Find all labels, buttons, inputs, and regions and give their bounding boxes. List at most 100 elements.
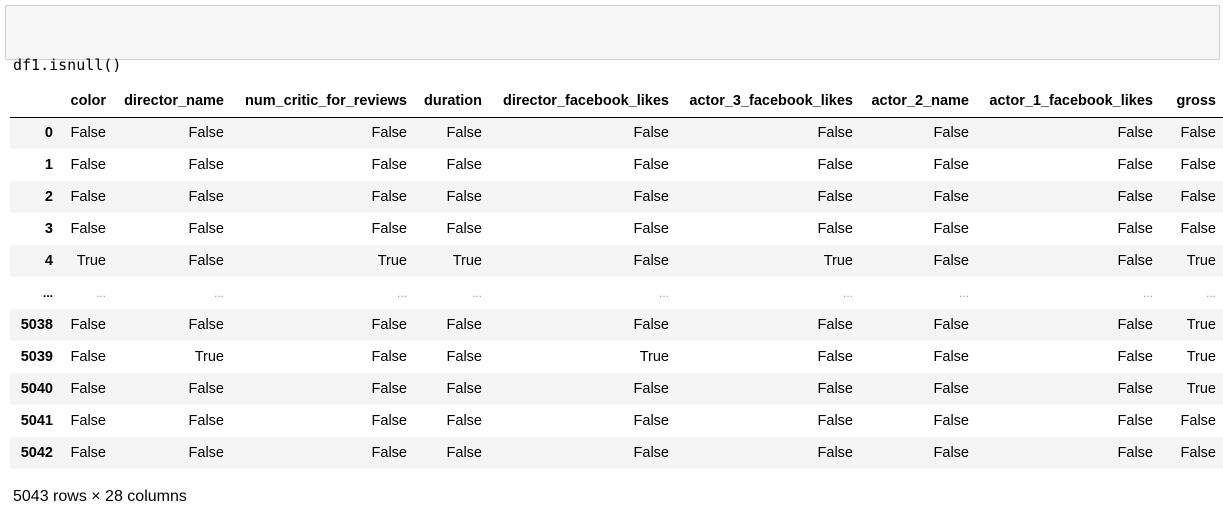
column-header: actor_2_name — [860, 85, 976, 118]
table-cell: False — [1180, 445, 1216, 461]
table-cell: False — [933, 381, 969, 397]
column-header: actor_3_facebook_likes — [676, 85, 860, 118]
table-cell: False — [817, 157, 853, 173]
column-header: actor_1_facebook_likes — [976, 85, 1160, 118]
table-cell: ... — [842, 286, 853, 300]
dataframe-table: color director_name num_critic_for_reviews… — [10, 85, 1223, 469]
table-cell: False — [817, 189, 853, 205]
table-cell: False — [188, 157, 224, 173]
table-cell: False — [933, 445, 969, 461]
table-cell: False — [188, 253, 224, 269]
table-row: 5038 False False False False False False False F… — [10, 309, 1223, 341]
table-cell: False — [446, 157, 482, 173]
table-cell: False — [371, 189, 407, 205]
table-cell: True — [823, 253, 853, 269]
table-cell: True — [1186, 253, 1216, 269]
table-cell: False — [70, 317, 106, 333]
table-cell: False — [633, 413, 669, 429]
table-cell: False — [446, 349, 482, 365]
table-cell: ... — [396, 286, 407, 300]
column-header: gross — [1160, 85, 1223, 118]
table-row: .............................. — [10, 277, 1223, 309]
table-row: 5039 False True False False True False False Fal… — [10, 341, 1223, 373]
table-cell: ... — [95, 286, 106, 300]
table-cell: True — [1186, 381, 1216, 397]
table-cell: False — [933, 253, 969, 269]
header-row: color director_name num_critic_for_reviews… — [10, 85, 1223, 118]
table-cell: False — [933, 189, 969, 205]
table-cell: False — [1180, 189, 1216, 205]
table-row: 5041 False False False False False False False F… — [10, 405, 1223, 437]
table-cell: False — [1180, 157, 1216, 173]
row-index: 1 — [44, 157, 53, 173]
table-cell: False — [817, 445, 853, 461]
table-cell: False — [1117, 125, 1153, 142]
table-cell: False — [1117, 221, 1153, 237]
table-cell: True — [639, 349, 669, 365]
table-cell: False — [188, 189, 224, 205]
table-cell: False — [188, 445, 224, 461]
table-cell: False — [1180, 125, 1216, 142]
row-index: 5038 — [20, 317, 53, 333]
table-cell: False — [446, 381, 482, 397]
column-header: color — [60, 85, 113, 118]
table-cell: False — [933, 221, 969, 237]
table-cell: False — [1117, 189, 1153, 205]
table-cell: False — [371, 413, 407, 429]
table-cell: False — [1117, 317, 1153, 333]
column-header: num_critic_for_reviews — [231, 85, 414, 118]
table-cell: False — [817, 381, 853, 397]
table-cell: False — [1117, 413, 1153, 429]
table-cell: False — [70, 381, 106, 397]
table-cell: ... — [1142, 286, 1153, 300]
index-header — [10, 85, 60, 118]
table-cell: False — [371, 445, 407, 461]
code-cell-input[interactable]: df1.isnull() # this finds the null value… — [5, 5, 1220, 137]
table-cell: False — [817, 349, 853, 365]
table-cell: True — [76, 253, 106, 269]
table-cell: False — [1180, 221, 1216, 237]
table-cell: False — [446, 125, 482, 142]
table-cell: False — [933, 349, 969, 365]
table-cell: False — [817, 317, 853, 333]
table-cell: ... — [471, 286, 482, 300]
table-cell: False — [70, 413, 106, 429]
table-cell: False — [371, 349, 407, 365]
table-cell: True — [1186, 317, 1216, 333]
row-index: 0 — [44, 125, 53, 142]
table-cell: False — [188, 221, 224, 237]
column-header: director_name — [113, 85, 231, 118]
table-cell: False — [188, 125, 224, 142]
table-cell: ... — [658, 286, 669, 300]
table-cell: False — [633, 253, 669, 269]
cell-output: color director_name num_critic_for_reviews… — [10, 85, 1223, 469]
row-index: 4 — [44, 253, 53, 269]
table-cell: False — [817, 413, 853, 429]
table-cell: False — [933, 125, 969, 142]
table-cell: False — [633, 189, 669, 205]
row-index: 2 — [44, 189, 53, 205]
table-cell: False — [188, 413, 224, 429]
table-cell: False — [371, 157, 407, 173]
table-cell: False — [70, 349, 106, 365]
table-cell: False — [633, 157, 669, 173]
row-index: ... — [42, 286, 53, 300]
table-cell: False — [1117, 445, 1153, 461]
row-index: 5041 — [20, 413, 53, 429]
row-index: 5039 — [20, 349, 53, 365]
table-cell: True — [452, 253, 482, 269]
table-body: 0 False False False False False False False Fals… — [10, 117, 1223, 469]
table-cell: False — [633, 125, 669, 142]
table-cell: False — [371, 317, 407, 333]
column-header: director_facebook_likes — [489, 85, 676, 118]
table-cell: False — [817, 221, 853, 237]
table-cell: False — [633, 381, 669, 397]
table-row: 0 False False False False False False False Fals… — [10, 117, 1223, 149]
table-cell: False — [1117, 157, 1153, 173]
column-header: duration — [414, 85, 489, 118]
table-cell: ... — [213, 286, 224, 300]
table-cell: False — [446, 189, 482, 205]
table-cell: False — [1117, 349, 1153, 365]
table-cell: False — [188, 381, 224, 397]
table-cell: False — [70, 445, 106, 461]
